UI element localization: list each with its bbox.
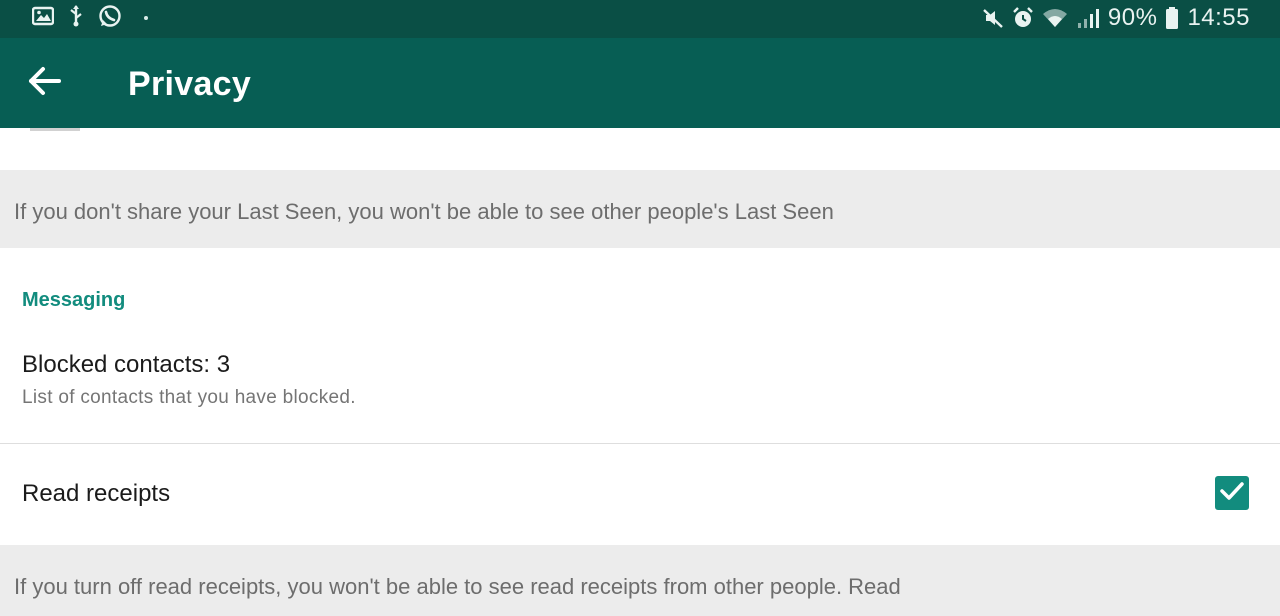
clipped-text-fragment [30, 120, 80, 131]
page-title: Privacy [128, 65, 252, 103]
signal-icon [1076, 7, 1100, 29]
dot-icon [144, 16, 148, 20]
messaging-section: Messaging Blocked contacts: 3 List of co… [0, 248, 1280, 545]
app-toolbar: Privacy [0, 38, 1280, 128]
status-left-icons [31, 4, 148, 33]
checkmark-icon [1220, 481, 1244, 506]
back-button[interactable] [22, 60, 68, 106]
read-receipts-info: If you turn off read receipts, you won't… [0, 545, 1280, 616]
last-seen-info-text: If you don't share your Last Seen, you w… [14, 199, 834, 224]
read-receipts-row[interactable]: Read receipts [0, 444, 1280, 545]
wifi-icon [1042, 7, 1068, 29]
alarm-icon [1012, 7, 1034, 29]
usb-icon [68, 4, 84, 32]
status-time: 14:55 [1187, 4, 1250, 31]
blocked-contacts-subtitle: List of contacts that you have blocked. [22, 387, 356, 408]
status-right-icons: 90% 14:55 [982, 4, 1250, 32]
last-seen-row-partial[interactable] [0, 128, 1280, 170]
mute-icon [982, 7, 1004, 29]
back-arrow-icon [28, 66, 62, 101]
image-icon [31, 6, 55, 31]
last-seen-info: If you don't share your Last Seen, you w… [0, 170, 1280, 248]
read-receipts-checkbox[interactable] [1215, 476, 1249, 510]
privacy-screen: 90% 14:55 Privacy If you don't share you… [0, 0, 1280, 616]
battery-percent: 90% [1107, 4, 1158, 31]
read-receipts-title: Read receipts [22, 480, 171, 507]
section-header-messaging: Messaging [22, 289, 126, 311]
battery-icon [1165, 6, 1179, 30]
blocked-contacts-row[interactable]: Blocked contacts: 3 List of contacts tha… [0, 336, 1280, 444]
status-bar: 90% 14:55 [0, 0, 1280, 38]
whatsapp-icon [98, 4, 122, 33]
read-receipts-info-text: If you turn off read receipts, you won't… [14, 574, 901, 599]
blocked-contacts-title: Blocked contacts: 3 [22, 351, 231, 378]
